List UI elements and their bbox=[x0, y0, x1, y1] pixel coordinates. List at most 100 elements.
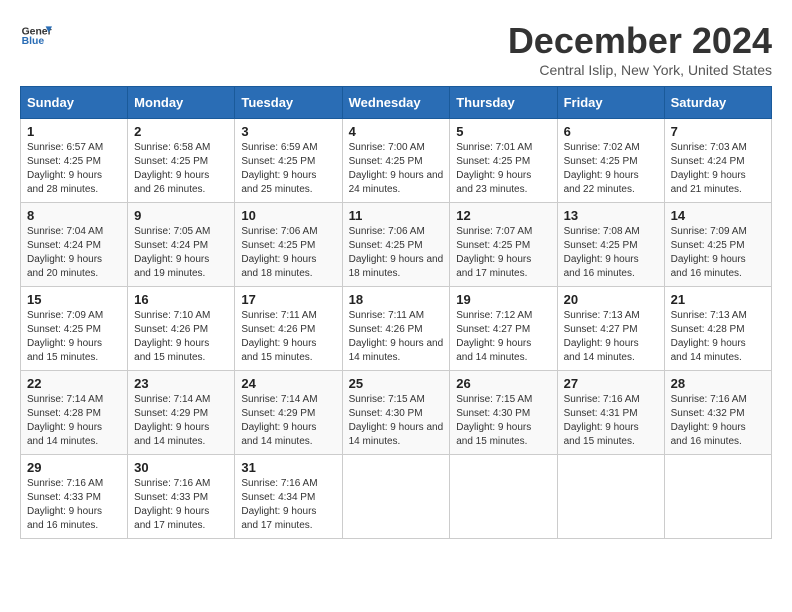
sunset-label: Sunset: 4:25 PM bbox=[349, 156, 423, 167]
day-info: Sunrise: 7:16 AM Sunset: 4:34 PM Dayligh… bbox=[241, 477, 335, 533]
sunset-label: Sunset: 4:25 PM bbox=[349, 240, 423, 251]
day-number: 3 bbox=[241, 124, 335, 139]
sunset-label: Sunset: 4:26 PM bbox=[349, 324, 423, 335]
day-number: 2 bbox=[134, 124, 228, 139]
daylight-label: Daylight: 9 hours and 19 minutes. bbox=[134, 254, 209, 279]
day-number: 17 bbox=[241, 292, 335, 307]
daylight-label: Daylight: 9 hours and 16 minutes. bbox=[27, 506, 102, 531]
sunset-label: Sunset: 4:26 PM bbox=[241, 324, 315, 335]
sunset-label: Sunset: 4:25 PM bbox=[241, 156, 315, 167]
sunrise-label: Sunrise: 7:14 AM bbox=[134, 394, 210, 405]
subtitle: Central Islip, New York, United States bbox=[508, 62, 772, 78]
table-row: 26 Sunrise: 7:15 AM Sunset: 4:30 PM Dayl… bbox=[450, 371, 557, 455]
sunrise-label: Sunrise: 7:05 AM bbox=[134, 226, 210, 237]
day-info: Sunrise: 6:57 AM Sunset: 4:25 PM Dayligh… bbox=[27, 141, 121, 197]
table-row: 8 Sunrise: 7:04 AM Sunset: 4:24 PM Dayli… bbox=[21, 203, 128, 287]
table-row: 17 Sunrise: 7:11 AM Sunset: 4:26 PM Dayl… bbox=[235, 287, 342, 371]
sunrise-label: Sunrise: 6:57 AM bbox=[27, 142, 103, 153]
table-row: 23 Sunrise: 7:14 AM Sunset: 4:29 PM Dayl… bbox=[128, 371, 235, 455]
sunset-label: Sunset: 4:25 PM bbox=[27, 324, 101, 335]
day-info: Sunrise: 7:06 AM Sunset: 4:25 PM Dayligh… bbox=[241, 225, 335, 281]
sunrise-label: Sunrise: 7:16 AM bbox=[241, 478, 317, 489]
sunrise-label: Sunrise: 7:06 AM bbox=[241, 226, 317, 237]
day-info: Sunrise: 7:06 AM Sunset: 4:25 PM Dayligh… bbox=[349, 225, 444, 281]
daylight-label: Daylight: 9 hours and 28 minutes. bbox=[27, 170, 102, 195]
day-info: Sunrise: 7:02 AM Sunset: 4:25 PM Dayligh… bbox=[564, 141, 658, 197]
calendar-week-2: 8 Sunrise: 7:04 AM Sunset: 4:24 PM Dayli… bbox=[21, 203, 772, 287]
day-number: 11 bbox=[349, 208, 444, 223]
sunrise-label: Sunrise: 7:10 AM bbox=[134, 310, 210, 321]
calendar-week-5: 29 Sunrise: 7:16 AM Sunset: 4:33 PM Dayl… bbox=[21, 455, 772, 539]
daylight-label: Daylight: 9 hours and 26 minutes. bbox=[134, 170, 209, 195]
col-saturday: Saturday bbox=[664, 87, 771, 119]
table-row: 10 Sunrise: 7:06 AM Sunset: 4:25 PM Dayl… bbox=[235, 203, 342, 287]
daylight-label: Daylight: 9 hours and 15 minutes. bbox=[27, 338, 102, 363]
daylight-label: Daylight: 9 hours and 15 minutes. bbox=[564, 422, 639, 447]
sunset-label: Sunset: 4:34 PM bbox=[241, 492, 315, 503]
daylight-label: Daylight: 9 hours and 18 minutes. bbox=[241, 254, 316, 279]
sunset-label: Sunset: 4:25 PM bbox=[456, 156, 530, 167]
day-info: Sunrise: 7:11 AM Sunset: 4:26 PM Dayligh… bbox=[349, 309, 444, 365]
day-number: 18 bbox=[349, 292, 444, 307]
daylight-label: Daylight: 9 hours and 25 minutes. bbox=[241, 170, 316, 195]
sunrise-label: Sunrise: 6:59 AM bbox=[241, 142, 317, 153]
sunrise-label: Sunrise: 7:04 AM bbox=[27, 226, 103, 237]
day-number: 28 bbox=[671, 376, 765, 391]
day-number: 14 bbox=[671, 208, 765, 223]
day-number: 21 bbox=[671, 292, 765, 307]
table-row: 29 Sunrise: 7:16 AM Sunset: 4:33 PM Dayl… bbox=[21, 455, 128, 539]
table-row: 18 Sunrise: 7:11 AM Sunset: 4:26 PM Dayl… bbox=[342, 287, 450, 371]
sunset-label: Sunset: 4:29 PM bbox=[241, 408, 315, 419]
day-info: Sunrise: 7:03 AM Sunset: 4:24 PM Dayligh… bbox=[671, 141, 765, 197]
day-number: 10 bbox=[241, 208, 335, 223]
sunrise-label: Sunrise: 7:06 AM bbox=[349, 226, 425, 237]
sunset-label: Sunset: 4:24 PM bbox=[134, 240, 208, 251]
day-info: Sunrise: 7:00 AM Sunset: 4:25 PM Dayligh… bbox=[349, 141, 444, 197]
logo-icon: General Blue bbox=[20, 20, 52, 52]
day-number: 25 bbox=[349, 376, 444, 391]
sunset-label: Sunset: 4:27 PM bbox=[456, 324, 530, 335]
daylight-label: Daylight: 9 hours and 14 minutes. bbox=[671, 338, 746, 363]
sunrise-label: Sunrise: 7:16 AM bbox=[27, 478, 103, 489]
day-number: 19 bbox=[456, 292, 550, 307]
month-title: December 2024 bbox=[508, 20, 772, 62]
table-row: 11 Sunrise: 7:06 AM Sunset: 4:25 PM Dayl… bbox=[342, 203, 450, 287]
day-number: 6 bbox=[564, 124, 658, 139]
daylight-label: Daylight: 9 hours and 18 minutes. bbox=[349, 254, 444, 279]
calendar-week-3: 15 Sunrise: 7:09 AM Sunset: 4:25 PM Dayl… bbox=[21, 287, 772, 371]
table-row: 3 Sunrise: 6:59 AM Sunset: 4:25 PM Dayli… bbox=[235, 119, 342, 203]
daylight-label: Daylight: 9 hours and 15 minutes. bbox=[456, 422, 531, 447]
sunset-label: Sunset: 4:24 PM bbox=[27, 240, 101, 251]
calendar-table: Sunday Monday Tuesday Wednesday Thursday… bbox=[20, 86, 772, 539]
sunrise-label: Sunrise: 7:16 AM bbox=[671, 394, 747, 405]
sunrise-label: Sunrise: 7:15 AM bbox=[456, 394, 532, 405]
day-number: 26 bbox=[456, 376, 550, 391]
day-number: 8 bbox=[27, 208, 121, 223]
daylight-label: Daylight: 9 hours and 14 minutes. bbox=[241, 422, 316, 447]
daylight-label: Daylight: 9 hours and 15 minutes. bbox=[241, 338, 316, 363]
day-info: Sunrise: 7:09 AM Sunset: 4:25 PM Dayligh… bbox=[27, 309, 121, 365]
sunset-label: Sunset: 4:28 PM bbox=[27, 408, 101, 419]
day-number: 12 bbox=[456, 208, 550, 223]
sunset-label: Sunset: 4:33 PM bbox=[134, 492, 208, 503]
sunrise-label: Sunrise: 7:11 AM bbox=[349, 310, 424, 321]
table-row: 22 Sunrise: 7:14 AM Sunset: 4:28 PM Dayl… bbox=[21, 371, 128, 455]
sunrise-label: Sunrise: 7:09 AM bbox=[27, 310, 103, 321]
day-number: 20 bbox=[564, 292, 658, 307]
table-row: 1 Sunrise: 6:57 AM Sunset: 4:25 PM Dayli… bbox=[21, 119, 128, 203]
daylight-label: Daylight: 9 hours and 14 minutes. bbox=[349, 422, 444, 447]
col-tuesday: Tuesday bbox=[235, 87, 342, 119]
sunrise-label: Sunrise: 7:08 AM bbox=[564, 226, 640, 237]
day-info: Sunrise: 7:08 AM Sunset: 4:25 PM Dayligh… bbox=[564, 225, 658, 281]
daylight-label: Daylight: 9 hours and 17 minutes. bbox=[134, 506, 209, 531]
col-friday: Friday bbox=[557, 87, 664, 119]
sunrise-label: Sunrise: 7:00 AM bbox=[349, 142, 425, 153]
day-info: Sunrise: 7:01 AM Sunset: 4:25 PM Dayligh… bbox=[456, 141, 550, 197]
table-row: 16 Sunrise: 7:10 AM Sunset: 4:26 PM Dayl… bbox=[128, 287, 235, 371]
sunrise-label: Sunrise: 7:16 AM bbox=[134, 478, 210, 489]
title-area: December 2024 Central Islip, New York, U… bbox=[508, 20, 772, 78]
table-row: 2 Sunrise: 6:58 AM Sunset: 4:25 PM Dayli… bbox=[128, 119, 235, 203]
day-info: Sunrise: 7:07 AM Sunset: 4:25 PM Dayligh… bbox=[456, 225, 550, 281]
calendar-week-4: 22 Sunrise: 7:14 AM Sunset: 4:28 PM Dayl… bbox=[21, 371, 772, 455]
daylight-label: Daylight: 9 hours and 17 minutes. bbox=[456, 254, 531, 279]
